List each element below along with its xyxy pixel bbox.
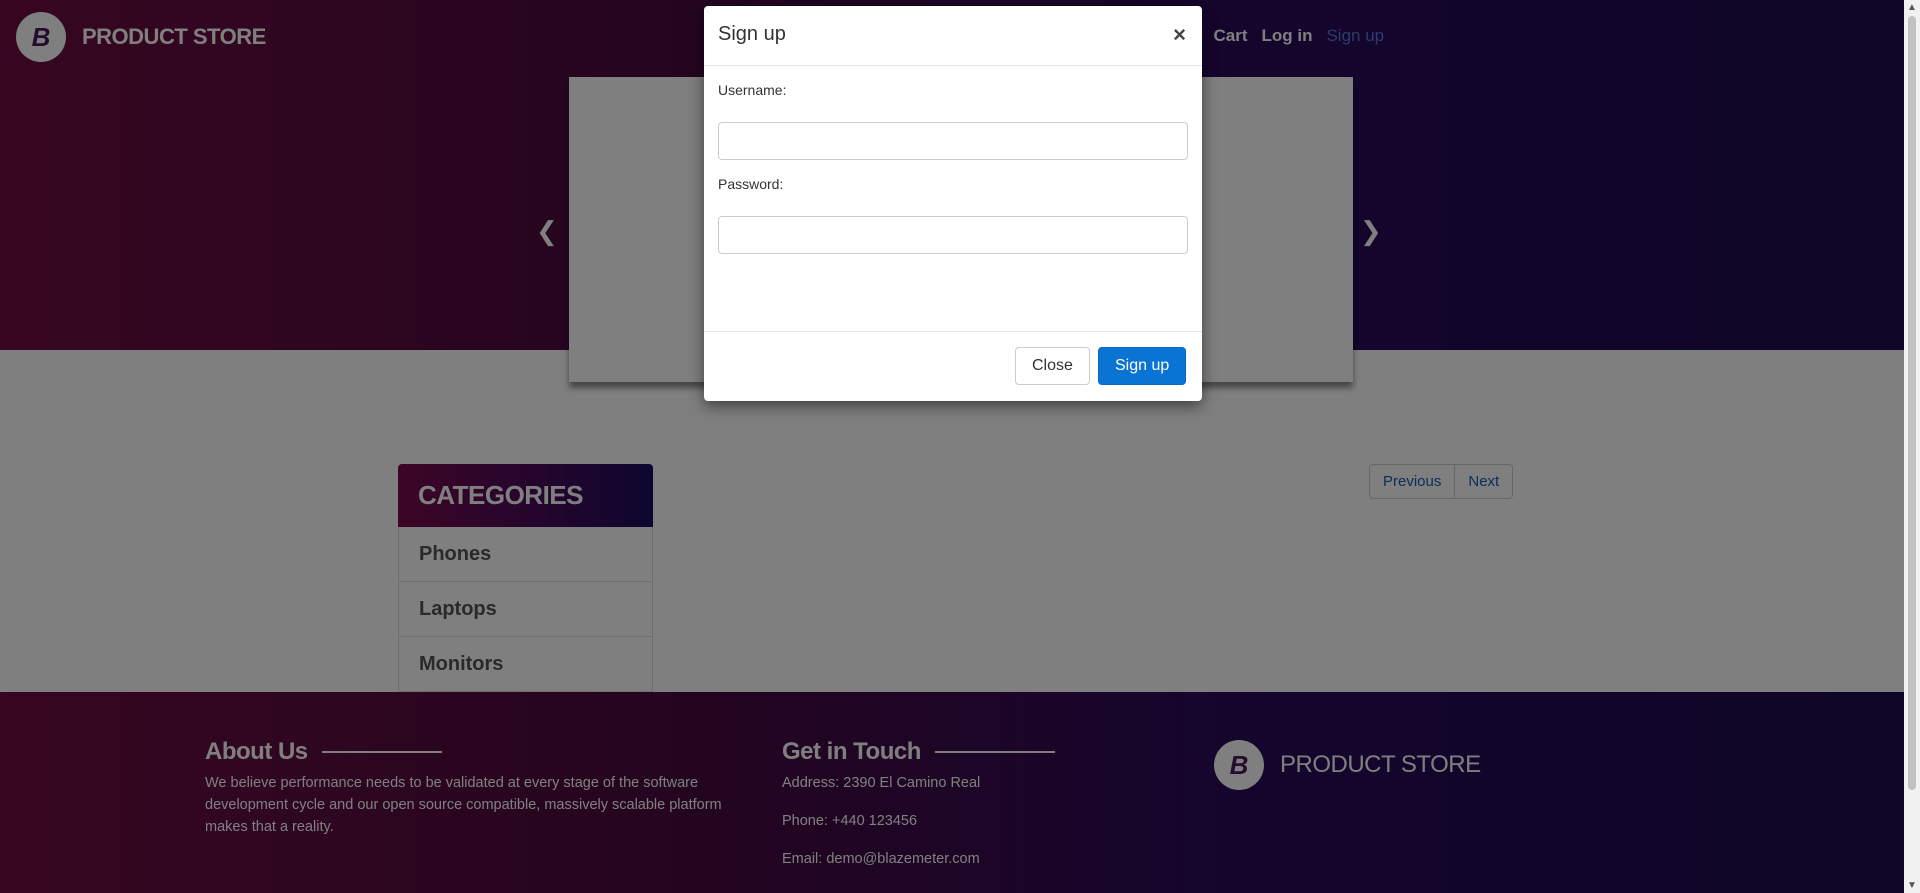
close-icon[interactable]: × [1173,22,1186,48]
scroll-thumb[interactable] [1908,16,1916,790]
signup-button[interactable]: Sign up [1098,347,1187,385]
modal-footer: Close Sign up [704,331,1202,401]
modal-title: Sign up [718,23,786,45]
password-input[interactable] [718,216,1188,254]
username-label: Username: [718,82,787,98]
scroll-down-icon[interactable]: ▼ [1907,880,1917,891]
signup-modal: Sign up × Username: Password: Close Sign… [704,6,1202,401]
password-label: Password: [718,176,784,192]
modal-body: Username: Password: [704,82,1202,254]
close-button[interactable]: Close [1015,347,1090,385]
scroll-up-icon[interactable]: ▲ [1907,2,1917,13]
page-scrollbar[interactable]: ▲ ▼ [1904,0,1920,893]
username-input[interactable] [718,122,1188,160]
modal-header: Sign up × [704,6,1202,66]
